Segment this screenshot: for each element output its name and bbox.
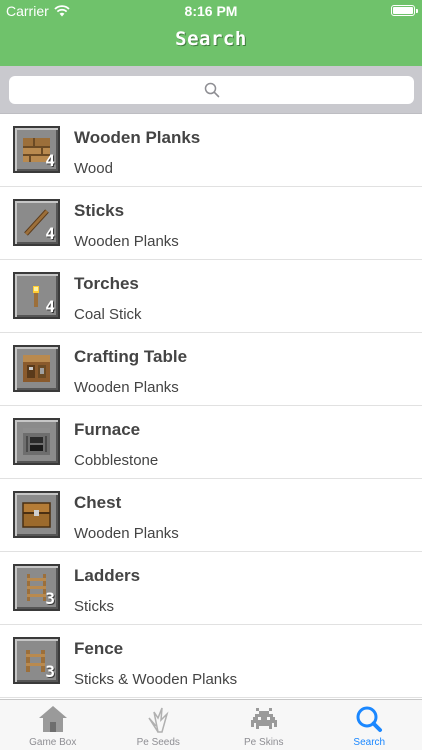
item-thumbnail <box>13 418 60 465</box>
item-ingredients: Wooden Planks <box>74 525 179 542</box>
page-title: Search <box>175 28 247 50</box>
header: Carrier 8:16 PM Search <box>0 0 422 66</box>
chest-icon <box>22 502 51 528</box>
list-item[interactable]: 4 Torches Coal Stick <box>0 260 422 333</box>
status-time: 8:16 PM <box>184 3 238 19</box>
space-invader-icon <box>250 708 277 729</box>
item-title: Furnace <box>74 420 141 439</box>
item-thumbnail: 3 <box>13 564 60 611</box>
list-item[interactable]: Chest Wooden Planks <box>0 479 422 552</box>
item-thumbnail: 3 <box>13 637 60 684</box>
furnace-icon <box>23 428 50 455</box>
item-ingredients: Wooden Planks <box>74 379 179 396</box>
item-ingredients: Sticks <box>74 598 115 615</box>
magnifier-icon <box>204 82 219 98</box>
tab-search[interactable]: Search <box>317 700 422 750</box>
house-icon <box>38 706 67 732</box>
item-thumbnail: 4 <box>13 199 60 246</box>
item-thumbnail: 4 <box>13 272 60 319</box>
status-bar: Carrier 8:16 PM <box>0 0 422 22</box>
tab-game-box[interactable]: Game Box <box>0 700 106 750</box>
item-ingredients: Coal Stick <box>74 306 142 323</box>
item-ingredients: Wood <box>74 160 113 177</box>
list-item[interactable]: 4 Sticks Wooden Planks <box>0 187 422 260</box>
item-thumbnail <box>13 345 60 392</box>
list-item[interactable]: Furnace Cobblestone <box>0 406 422 479</box>
tab-label: Pe Skins <box>244 737 284 748</box>
tab-label: Pe Seeds <box>136 737 180 748</box>
item-title: Fence <box>74 639 124 658</box>
item-ingredients: Cobblestone <box>74 452 159 469</box>
item-quantity: 4 <box>45 224 55 243</box>
battery-icon <box>391 5 418 16</box>
item-quantity: 4 <box>45 151 55 170</box>
search-field[interactable] <box>9 76 414 104</box>
item-quantity: 3 <box>45 662 55 681</box>
item-title: Ladders <box>74 566 141 585</box>
tab-label: Search <box>353 737 386 748</box>
list-item[interactable]: Crafting Table Wooden Planks <box>0 333 422 406</box>
item-quantity: 4 <box>45 297 55 316</box>
tab-bar: Game Box Pe Seeds Pe Skins Search <box>0 699 422 750</box>
item-ingredients: Wooden Planks <box>74 233 179 250</box>
item-thumbnail <box>13 491 60 538</box>
list-item[interactable]: 4 Wooden Planks Wood <box>0 114 422 187</box>
item-thumbnail: 4 <box>13 126 60 173</box>
recipe-list: 4 Wooden Planks Wood 4 Sticks Wooden Pla… <box>0 114 422 699</box>
search-icon <box>356 706 383 732</box>
tab-pe-seeds[interactable]: Pe Seeds <box>106 700 212 750</box>
tab-label: Game Box <box>29 737 77 748</box>
item-title: Chest <box>74 493 122 512</box>
list-item[interactable]: 3 Ladders Sticks <box>0 552 422 625</box>
item-title: Sticks <box>74 201 125 220</box>
search-bar <box>0 66 422 114</box>
plant-icon <box>148 707 169 733</box>
list-item[interactable]: 3 Fence Sticks & Wooden Planks <box>0 625 422 698</box>
item-title: Crafting Table <box>74 347 188 366</box>
crafting-table-icon <box>23 355 50 382</box>
item-title: Torches <box>74 274 139 293</box>
tab-pe-skins[interactable]: Pe Skins <box>211 700 317 750</box>
item-quantity: 3 <box>45 589 55 608</box>
item-title: Wooden Planks <box>74 128 201 147</box>
item-ingredients: Sticks & Wooden Planks <box>74 671 238 688</box>
